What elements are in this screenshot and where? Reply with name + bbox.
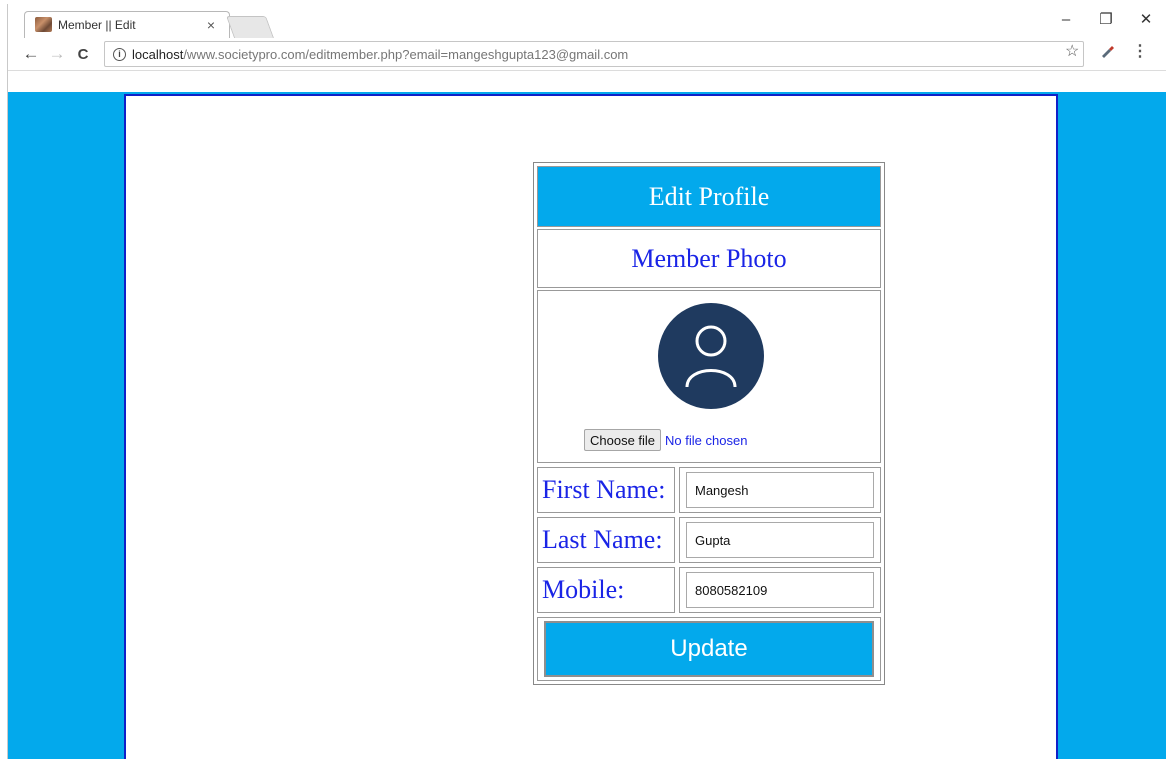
form-header: Edit Profile [537,166,881,227]
window-controls: – ❐ ✕ [1046,4,1166,34]
new-tab-button[interactable] [225,16,275,38]
tab-member-edit[interactable]: Member || Edit × [24,11,230,38]
first-name-row: First Name: [535,465,883,515]
update-button[interactable]: Update [544,621,874,677]
minimize-button[interactable]: – [1046,4,1086,34]
back-button[interactable]: ← [20,42,42,66]
last-name-row: Last Name: [535,515,883,565]
browser-toolbar: ← → C i localhost/www.societypro.com/edi… [8,38,1166,71]
edit-profile-form: Edit Profile Member Photo Choose file No… [533,162,885,685]
tab-strip: Member || Edit × – ❐ ✕ [8,4,1166,38]
tab-title: Member || Edit [58,17,136,32]
site-favicon-icon [35,17,52,32]
file-picker: Choose file No file chosen [584,429,747,451]
first-name-input[interactable] [686,472,874,508]
browser-menu-icon[interactable]: ⋮ [1128,39,1152,63]
mobile-input[interactable] [686,572,874,608]
browser-window: Member || Edit × – ❐ ✕ ← → C i localhost… [7,4,1166,759]
first-name-cell [679,467,881,513]
choose-file-button[interactable]: Choose file [584,429,662,451]
eyedropper-extension-icon[interactable] [1095,39,1119,63]
member-photo-title: Member Photo [537,229,881,288]
mobile-label: Mobile: [537,567,675,613]
file-status-text: No file chosen [665,432,748,448]
forward-button[interactable]: → [46,42,68,66]
last-name-input[interactable] [686,522,874,558]
reload-button[interactable]: C [72,42,94,66]
photo-cell: Choose file No file chosen [537,290,881,463]
submit-cell: Update [537,617,881,681]
restore-button[interactable]: ❐ [1086,4,1126,34]
close-window-button[interactable]: ✕ [1126,4,1166,34]
info-icon[interactable]: i [113,47,126,61]
address-bar[interactable]: i localhost/www.societypro.com/editmembe… [104,41,1084,67]
page-viewport: Edit Profile Member Photo Choose file No… [8,92,1166,759]
bookmark-star-icon[interactable]: ☆ [1065,41,1079,61]
mobile-cell [679,567,881,613]
url-path: /www.societypro.com/editmember.php?email… [183,46,629,62]
content-panel: Edit Profile Member Photo Choose file No… [124,94,1058,759]
last-name-label: Last Name: [537,517,675,563]
tab-close-icon[interactable]: × [202,17,220,33]
url-host: localhost [132,46,184,62]
last-name-cell [679,517,881,563]
first-name-label: First Name: [537,467,675,513]
user-avatar-icon [658,303,764,409]
mobile-row: Mobile: [535,565,883,615]
